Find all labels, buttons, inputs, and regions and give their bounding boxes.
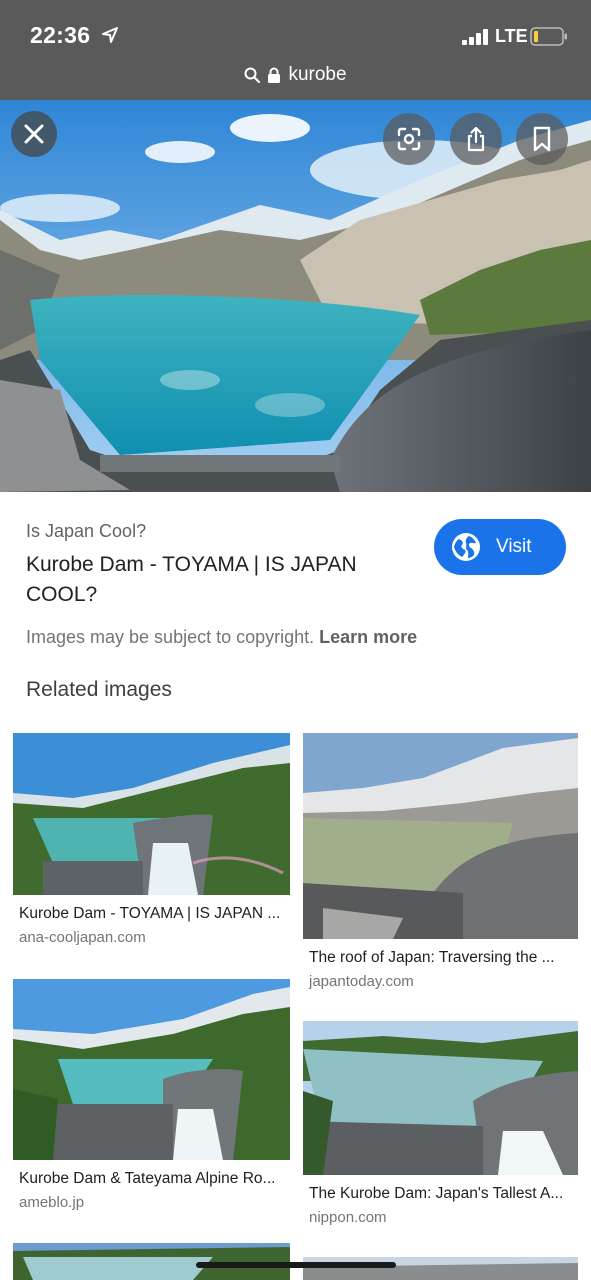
save-button[interactable] <box>516 113 568 165</box>
location-arrow-icon <box>102 27 118 43</box>
lens-button[interactable] <box>383 113 435 165</box>
dam-thumbnail-image <box>303 1257 578 1280</box>
hero-image[interactable] <box>0 100 591 492</box>
close-button[interactable] <box>11 111 57 157</box>
close-icon <box>24 124 44 144</box>
related-image-card[interactable] <box>303 1257 578 1280</box>
battery-icon <box>530 27 567 46</box>
related-image-title: The roof of Japan: Traversing the ... <box>309 949 555 966</box>
copyright-notice: Images may be subject to copyright. Lear… <box>26 627 417 648</box>
related-image-title: The Kurobe Dam: Japan's Tallest A... <box>309 1185 564 1202</box>
related-images-heading: Related images <box>26 678 172 701</box>
home-indicator[interactable] <box>196 1262 396 1268</box>
dam-thumbnail-image <box>303 733 578 939</box>
dam-landscape-image <box>0 100 591 492</box>
related-image-thumbnail <box>13 979 290 1160</box>
related-image-title: Kurobe Dam - TOYAMA | IS JAPAN ... <box>19 905 281 922</box>
dam-thumbnail-image <box>13 733 290 895</box>
dam-thumbnail-image <box>13 979 290 1160</box>
dam-thumbnail-image <box>303 1021 578 1175</box>
related-image-card[interactable]: The roof of Japan: Traversing the ... ja… <box>303 733 578 990</box>
browser-top-bar: 22:36 LTE kurobe <box>0 0 591 100</box>
related-image-card[interactable]: Kurobe Dam - TOYAMA | IS JAPAN ... ana-c… <box>13 733 290 946</box>
related-image-source: nippon.com <box>309 1209 387 1226</box>
related-image-title: Kurobe Dam & Tateyama Alpine Ro... <box>19 1170 276 1187</box>
bookmark-icon <box>533 126 551 152</box>
visit-button[interactable]: Visit <box>434 519 566 575</box>
copyright-text: Images may be subject to copyright. <box>26 627 315 647</box>
search-icon <box>244 67 261 83</box>
visit-label: Visit <box>496 536 532 557</box>
globe-icon <box>452 533 480 561</box>
related-image-thumbnail <box>303 733 578 939</box>
learn-more-link[interactable]: Learn more <box>319 627 417 647</box>
network-type: LTE <box>495 26 528 46</box>
signal-icon <box>462 29 488 45</box>
status-time: 22:36 <box>30 22 91 48</box>
related-image-source: ana-cooljapan.com <box>19 929 146 946</box>
page-title[interactable]: Kurobe Dam - TOYAMA | IS JAPAN COOL? <box>26 550 406 610</box>
related-image-card[interactable]: Kurobe Dam & Tateyama Alpine Ro... amebl… <box>13 979 290 1211</box>
share-button[interactable] <box>450 113 502 165</box>
related-image-thumbnail <box>13 733 290 895</box>
source-site-name: Is Japan Cool? <box>26 521 147 541</box>
lens-icon <box>397 127 421 151</box>
url-text: kurobe <box>288 64 347 85</box>
url-bar[interactable]: kurobe <box>0 62 591 88</box>
related-image-source: japantoday.com <box>309 973 414 990</box>
related-image-thumbnail <box>303 1021 578 1175</box>
related-image-source: ameblo.jp <box>19 1194 85 1211</box>
share-icon <box>467 126 485 152</box>
lock-icon <box>268 67 281 83</box>
related-image-card[interactable]: The Kurobe Dam: Japan's Tallest A... nip… <box>303 1021 578 1226</box>
